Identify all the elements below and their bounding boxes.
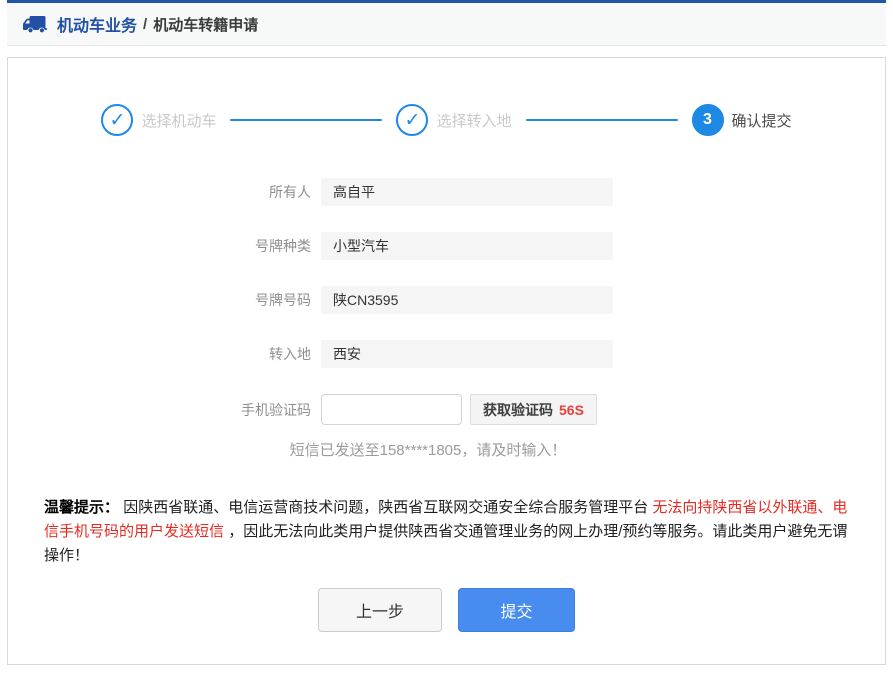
form-row-plate-type: 号牌种类 小型汽车 — [8, 232, 885, 260]
sms-code-label: 手机验证码 — [8, 400, 321, 420]
breadcrumb-page-title: 机动车转籍申请 — [153, 14, 258, 35]
owner-value: 高自平 — [321, 178, 613, 206]
form-row-plate-number: 号牌号码 陕CN3595 — [8, 286, 885, 314]
step1-label: 选择机动车 — [141, 110, 216, 131]
get-code-button[interactable]: 获取验证码 56S — [470, 394, 597, 425]
owner-label: 所有人 — [8, 182, 321, 202]
warm-tip-title: 温馨提示： — [44, 499, 119, 516]
warm-tip-paragraph: 温馨提示： 因陕西省联通、电信运营商技术问题，陕西省互联网交通安全综合服务管理平… — [44, 496, 849, 568]
step-indicator: ✓ 选择机动车 ✓ 选择转入地 3 确认提交 — [8, 104, 885, 136]
submit-button[interactable]: 提交 — [458, 588, 575, 632]
breadcrumb-separator: / — [143, 16, 147, 33]
step1-check-icon: ✓ — [101, 104, 133, 136]
step-connector-line — [230, 119, 382, 121]
destination-label: 转入地 — [8, 344, 321, 364]
plate-type-value: 小型汽车 — [321, 232, 613, 260]
sms-code-input[interactable] — [321, 394, 462, 425]
plate-number-value: 陕CN3595 — [321, 286, 613, 314]
truck-icon — [22, 14, 48, 34]
countdown-timer: 56S — [559, 402, 584, 418]
step-connector-line — [526, 119, 678, 121]
step3-number-badge: 3 — [692, 104, 724, 136]
form-row-owner: 所有人 高自平 — [8, 178, 885, 206]
sms-sent-notice: 短信已发送至158****1805，请及时输入！ — [232, 439, 624, 460]
breadcrumb-section[interactable]: 机动车业务 — [57, 12, 137, 36]
step2-check-icon: ✓ — [396, 104, 428, 136]
main-panel: ✓ 选择机动车 ✓ 选择转入地 3 确认提交 所有人 高自平 号牌种类 小型汽车… — [7, 57, 886, 665]
action-buttons: 上一步 提交 — [8, 588, 885, 632]
confirm-form: 所有人 高自平 号牌种类 小型汽车 号牌号码 陕CN3595 转入地 西安 手机… — [8, 178, 885, 460]
form-row-destination: 转入地 西安 — [8, 340, 885, 368]
warm-tip-text-1: 因陕西省联通、电信运营商技术问题，陕西省互联网交通安全综合服务管理平台 — [123, 499, 652, 516]
plate-type-label: 号牌种类 — [8, 236, 321, 256]
step2-label: 选择转入地 — [436, 110, 511, 131]
plate-number-label: 号牌号码 — [8, 290, 321, 310]
previous-step-button[interactable]: 上一步 — [318, 588, 442, 632]
get-code-button-label: 获取验证码 — [483, 400, 553, 420]
destination-value: 西安 — [321, 340, 613, 368]
breadcrumb: 机动车业务 / 机动车转籍申请 — [7, 0, 886, 46]
form-row-sms-code: 手机验证码 获取验证码 56S — [8, 394, 885, 425]
step3-label: 确认提交 — [732, 110, 792, 131]
